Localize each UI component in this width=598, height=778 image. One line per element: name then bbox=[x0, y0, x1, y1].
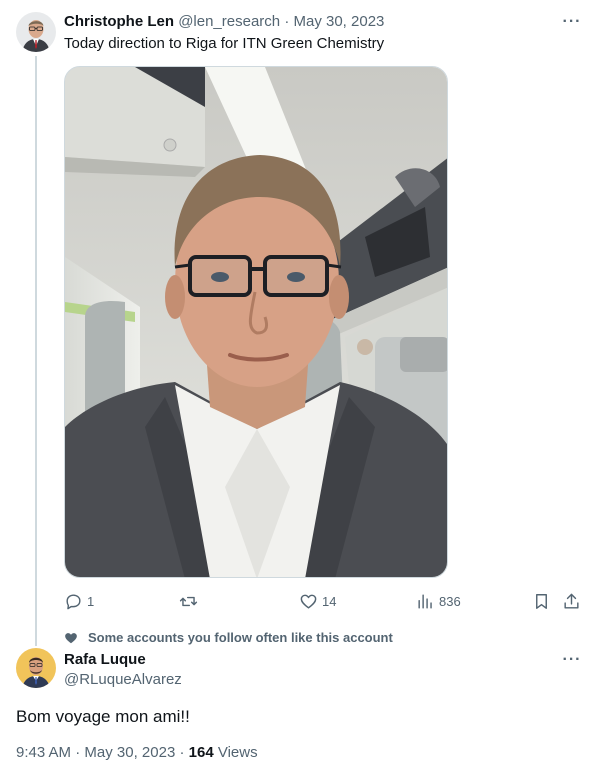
more-options-icon[interactable]: ··· bbox=[560, 12, 584, 32]
rafa-avatar[interactable] bbox=[16, 648, 56, 688]
meta-separator: · bbox=[75, 744, 81, 761]
airplane-selfie-photo bbox=[65, 67, 447, 577]
reply-count: 1 bbox=[87, 593, 95, 609]
social-context: Some accounts you follow often like this… bbox=[64, 630, 393, 645]
meta-separator-2: · bbox=[179, 744, 185, 761]
christophe-avatar[interactable] bbox=[16, 12, 56, 52]
author-handle[interactable]: @len_research bbox=[178, 13, 280, 30]
heart-icon bbox=[65, 632, 77, 643]
like-button[interactable]: 14 bbox=[299, 590, 336, 612]
reply-author-name[interactable]: Rafa Luque bbox=[64, 650, 146, 670]
like-count: 14 bbox=[322, 593, 337, 609]
reply-more-options-icon[interactable]: ··· bbox=[560, 650, 584, 670]
bookmark-icon bbox=[536, 593, 547, 609]
bookmark-button[interactable] bbox=[532, 590, 555, 612]
retweet-button[interactable] bbox=[179, 590, 202, 612]
views-count: 836 bbox=[439, 593, 461, 609]
heart-outline-icon bbox=[300, 594, 317, 609]
retweet-icon bbox=[179, 596, 198, 606]
tweet-date[interactable]: May 30, 2023 bbox=[293, 13, 384, 30]
thread-line bbox=[35, 56, 37, 646]
reply-date[interactable]: May 30, 2023 bbox=[84, 744, 175, 761]
tweet-action-bar: 1 14 836 bbox=[64, 590, 584, 612]
analytics-bar-icon bbox=[418, 593, 432, 609]
tweet-photo[interactable] bbox=[64, 66, 448, 578]
author-name[interactable]: Christophe Len bbox=[64, 13, 174, 30]
views-button[interactable]: 836 bbox=[416, 590, 461, 612]
tweet-text: Today direction to Riga for ITN Green Ch… bbox=[64, 35, 385, 52]
reply-meta: 9:43 AM · May 30, 2023 · 164 Views bbox=[16, 743, 258, 763]
header-separator: · bbox=[284, 13, 290, 30]
reply-author-handle[interactable]: @RLuqueAlvarez bbox=[64, 670, 182, 690]
share-button[interactable] bbox=[562, 590, 585, 612]
reply-text: Bom voyage mon ami!! bbox=[16, 707, 190, 726]
reply-button[interactable]: 1 bbox=[64, 590, 94, 612]
reply-icon bbox=[66, 593, 81, 609]
share-icon bbox=[564, 593, 579, 609]
social-context-text: Some accounts you follow often like this… bbox=[88, 630, 393, 645]
reply-views-count: 164 bbox=[188, 744, 214, 761]
reply-time[interactable]: 9:43 AM bbox=[16, 744, 71, 761]
reply-views-label: Views bbox=[217, 744, 258, 761]
tweet-header: Christophe Len @len_research · May 30, 2… bbox=[64, 12, 384, 32]
